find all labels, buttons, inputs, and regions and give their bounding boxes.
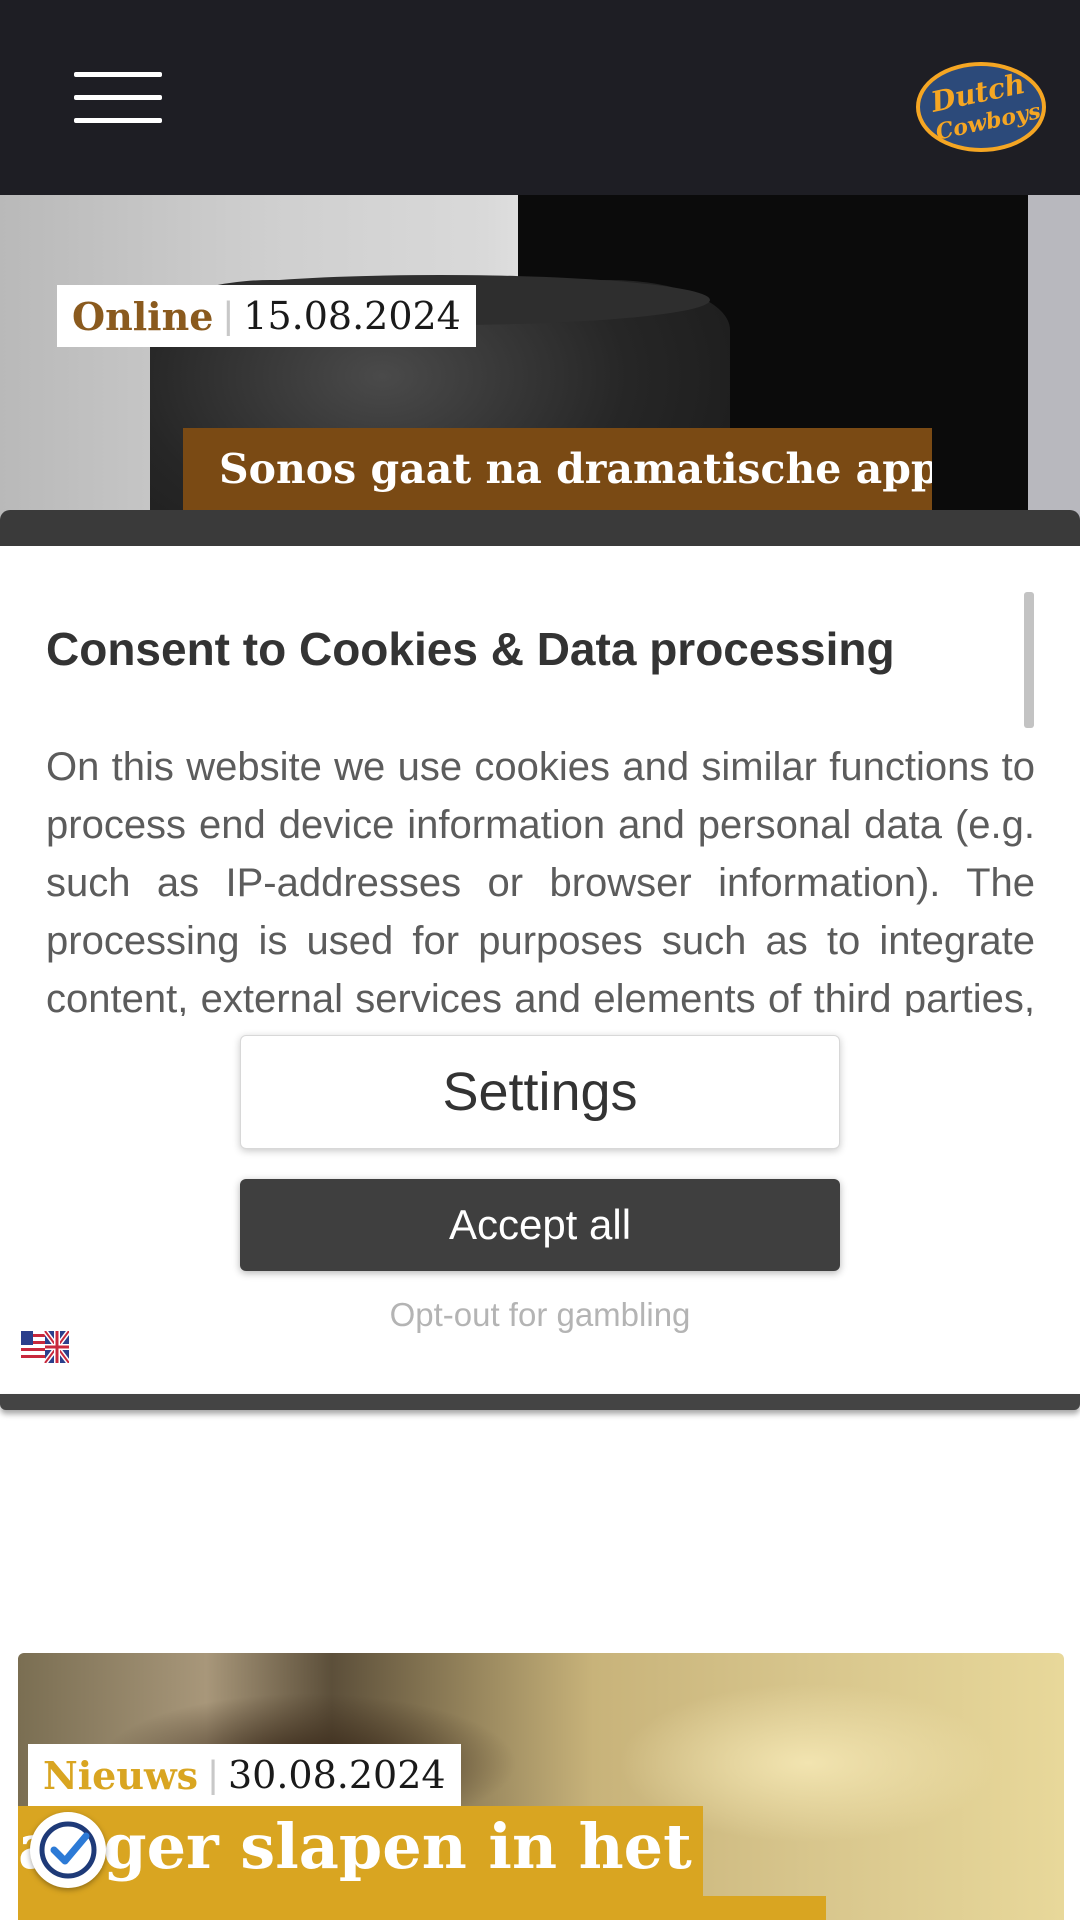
article-title[interactable]: anger slapen in het (18, 1806, 703, 1896)
article-category[interactable]: Online (72, 294, 213, 339)
dutch-cowboys-logo[interactable]: Dutch Cowboys (915, 60, 1047, 154)
site-header: Dutch Cowboys (0, 0, 1080, 195)
settings-button[interactable]: Settings (240, 1035, 840, 1149)
article-date: 15.08.2024 (243, 294, 461, 338)
meta-separator: | (208, 1753, 218, 1796)
cookie-modal-bottom-bar (0, 1394, 1080, 1410)
article-title-continued (18, 1896, 826, 1920)
checkmark-badge-icon[interactable] (30, 1812, 106, 1888)
article-category[interactable]: Nieuws (43, 1753, 198, 1798)
uk-flag-icon[interactable] (21, 1331, 69, 1363)
cookie-modal-body-container: On this website we use cookies and simil… (46, 738, 1035, 1016)
article-meta: Online | 15.08.2024 (57, 285, 476, 347)
page: Dutch Cowboys Online | 15.08.2024 Sonos … (0, 0, 1080, 1920)
opt-out-gambling-link[interactable]: Opt-out for gambling (240, 1296, 840, 1334)
modal-scrollbar[interactable] (1024, 592, 1034, 728)
meta-separator: | (223, 294, 234, 337)
cookie-modal-title: Consent to Cookies & Data processing (46, 623, 895, 675)
hamburger-menu-icon[interactable] (74, 72, 162, 124)
cookie-modal-top-bar (0, 510, 1080, 546)
cookie-modal-body: On this website we use cookies and simil… (46, 745, 1035, 1016)
article-date: 30.08.2024 (227, 1753, 446, 1797)
article-meta: Nieuws | 30.08.2024 (28, 1744, 461, 1806)
accept-all-button[interactable]: Accept all (240, 1179, 840, 1271)
